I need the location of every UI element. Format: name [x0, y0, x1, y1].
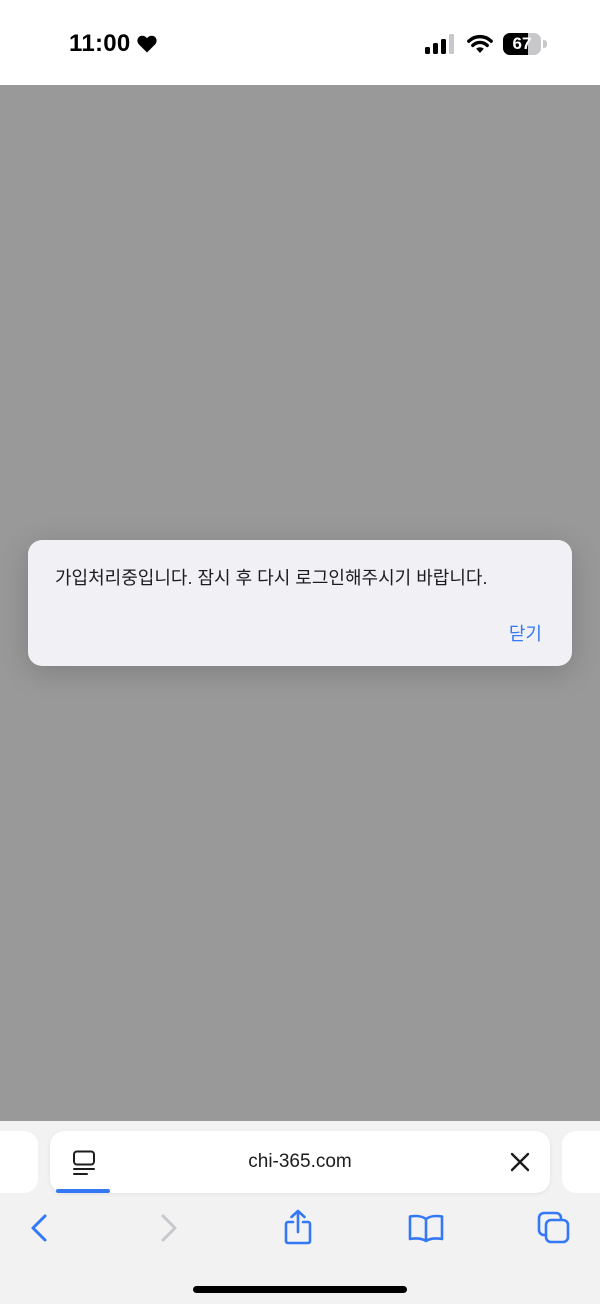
browser-toolbar: chi-365.com: [0, 1121, 600, 1304]
next-tab-preview[interactable]: [562, 1131, 600, 1193]
tabs-icon[interactable]: [536, 1210, 572, 1244]
battery-icon: 67: [503, 33, 547, 55]
url-text[interactable]: chi-365.com: [50, 1151, 550, 1173]
wifi-icon: [467, 34, 493, 53]
loading-progress-bar: [56, 1189, 110, 1193]
back-chevron-icon[interactable]: [28, 1213, 50, 1243]
status-bar: 11:00 67: [0, 0, 600, 85]
home-indicator: [193, 1286, 407, 1293]
clear-icon[interactable]: [510, 1152, 530, 1172]
bookmarks-icon[interactable]: [408, 1213, 444, 1243]
battery-level: 67: [512, 34, 532, 53]
alert-dialog: 가입처리중입니다. 잠시 후 다시 로그인해주시기 바랍니다. 닫기: [28, 540, 572, 666]
battery-cap: [543, 40, 547, 48]
share-icon[interactable]: [282, 1209, 314, 1245]
status-time: 11:00: [69, 30, 131, 57]
alert-message: 가입처리중입니다. 잠시 후 다시 로그인해주시기 바랍니다.: [55, 568, 488, 588]
address-bar[interactable]: chi-365.com: [50, 1131, 550, 1193]
close-button[interactable]: 닫기: [509, 620, 542, 646]
heart-icon: [137, 35, 157, 53]
previous-tab-preview[interactable]: [0, 1131, 38, 1193]
cellular-signal-icon: [425, 34, 454, 54]
forward-chevron-icon: [161, 1214, 177, 1242]
